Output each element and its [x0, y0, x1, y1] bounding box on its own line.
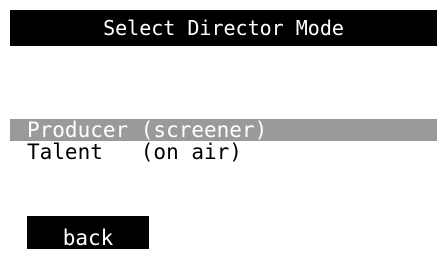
menu-item-talent[interactable]: Talent (on air): [27, 141, 437, 163]
back-button[interactable]: back: [27, 216, 149, 250]
menu-item-producer[interactable]: Producer (screener): [27, 119, 437, 141]
page-title: Select Director Mode: [10, 10, 437, 46]
